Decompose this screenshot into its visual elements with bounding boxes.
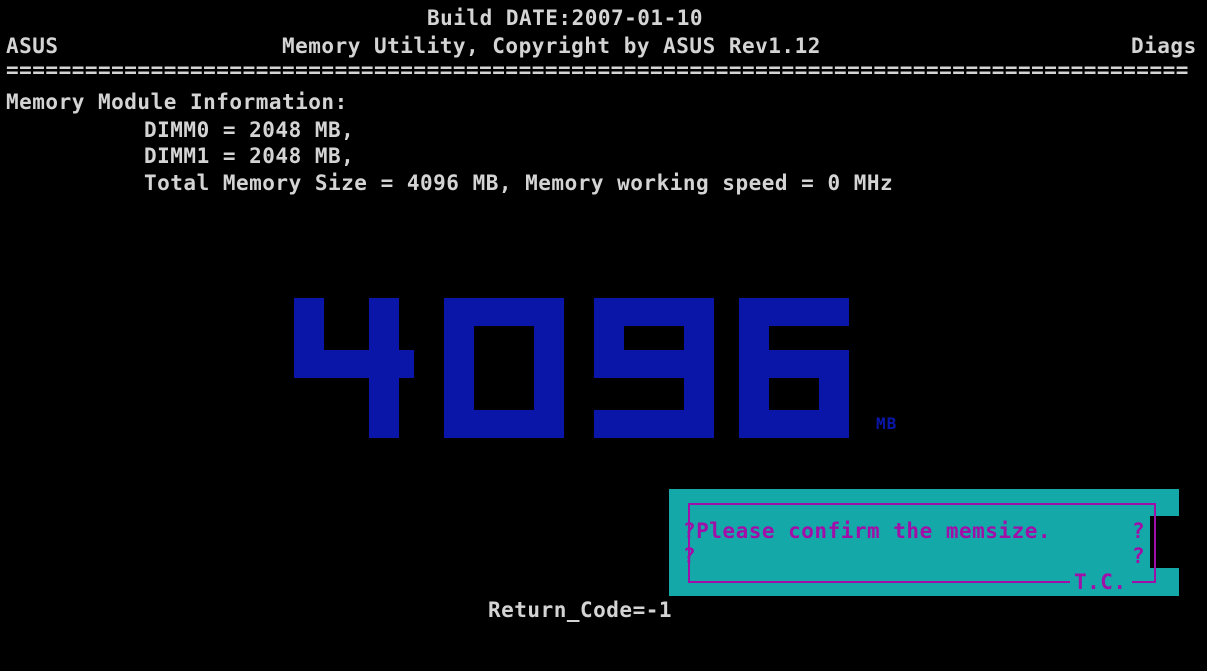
dimm0-info: DIMM0 = 2048 MB, bbox=[144, 118, 355, 142]
app-title: Memory Utility, Copyright by ASUS Rev1.1… bbox=[282, 34, 821, 58]
dialog-right-mark-2: ? bbox=[1132, 544, 1146, 568]
memory-info-heading: Memory Module Information: bbox=[6, 90, 348, 114]
dimm1-info: DIMM1 = 2048 MB, bbox=[144, 144, 355, 168]
digit-4-glyph bbox=[294, 298, 414, 438]
dialog-footer-label: T.C. bbox=[1074, 570, 1127, 594]
dialog-left-mark-2: ? bbox=[683, 544, 697, 568]
digit-0-glyph bbox=[444, 298, 564, 438]
digit-9-glyph bbox=[594, 298, 714, 438]
digit-6-glyph bbox=[739, 298, 849, 438]
memory-unit-label: MB bbox=[876, 414, 898, 433]
brand-label: ASUS bbox=[6, 34, 59, 58]
build-date: Build DATE:2007-01-10 bbox=[427, 6, 704, 30]
return-code: Return_Code=-1 bbox=[488, 598, 673, 622]
dialog-right-mark-1: ? bbox=[1132, 519, 1146, 543]
mode-label: Diags bbox=[1131, 34, 1197, 58]
memory-size-display bbox=[294, 298, 849, 438]
total-memory-info: Total Memory Size = 4096 MB, Memory work… bbox=[144, 171, 894, 195]
header-separator: ========================================… bbox=[6, 62, 1189, 78]
dialog-message: ?Please confirm the memsize. bbox=[683, 519, 1052, 543]
